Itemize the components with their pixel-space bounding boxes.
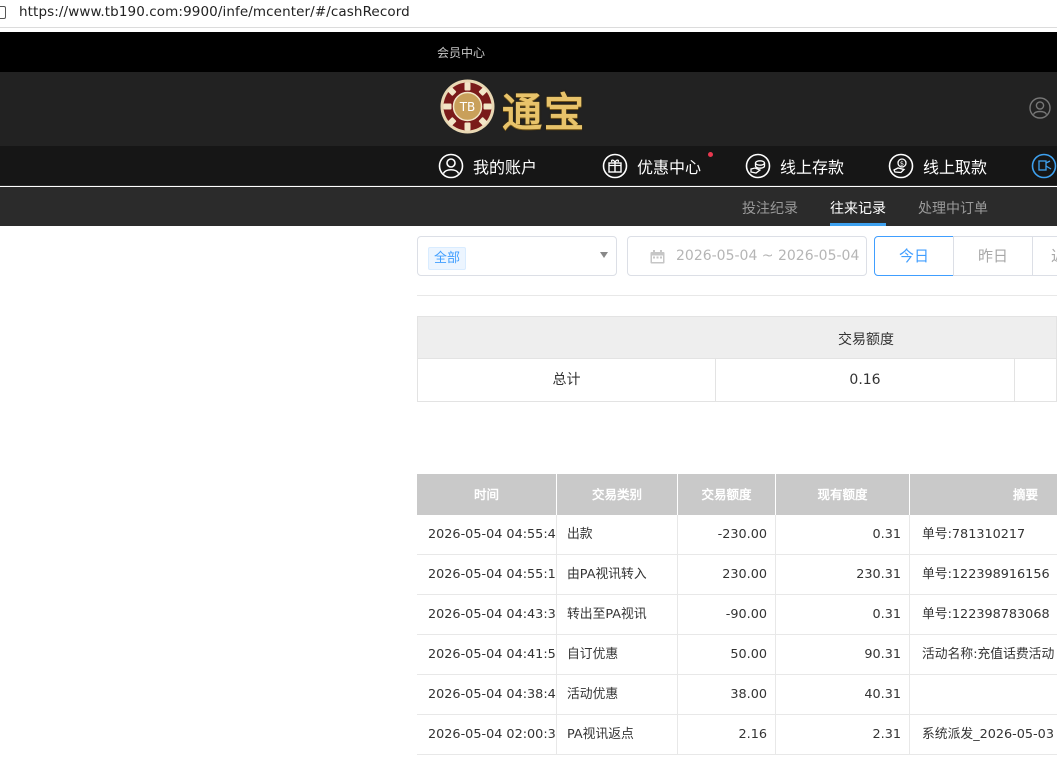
- nav-online-deposit[interactable]: 线上存款: [745, 152, 844, 180]
- cell-note: [910, 675, 1057, 715]
- caret-down-icon: [600, 252, 608, 258]
- sub-nav: [0, 187, 1057, 226]
- table-header: 时间 交易类别 交易额度 现有额度 摘要: [417, 474, 1057, 515]
- nav-label: 线上存款: [780, 158, 845, 177]
- partial-nav-icon[interactable]: [1031, 152, 1057, 180]
- cell-balance: 230.31: [776, 555, 910, 595]
- cell-note: 系统派发_2026-05-03: [922, 727, 1054, 742]
- active-tab-underline: [830, 223, 886, 226]
- brand-logo-text: 通宝: [502, 89, 586, 136]
- date-range-text: 2026-05-04 ~ 2026-05-04: [676, 248, 860, 264]
- summary-extra-cell: [1015, 359, 1057, 401]
- col-amount: 交易额度: [678, 474, 776, 515]
- date-range-picker[interactable]: 2026-05-04 ~ 2026-05-04: [627, 236, 867, 276]
- nav-label: 我的账户: [473, 158, 538, 177]
- cell-amount: 38.00: [678, 675, 776, 715]
- summary-total-label: 总计: [418, 359, 716, 401]
- cell-balance: 0.31: [776, 515, 910, 555]
- summary-row: 总计 0.16: [417, 359, 1057, 402]
- today-button[interactable]: 今日: [874, 236, 954, 276]
- svg-text:$: $: [900, 160, 904, 168]
- nav-my-account[interactable]: 我的账户: [438, 152, 537, 180]
- cell-type: 自订优惠: [557, 635, 678, 675]
- user-circle-icon: [438, 153, 464, 179]
- calendar-icon: [650, 250, 665, 264]
- subnav-pending-orders[interactable]: 处理中订单: [918, 198, 988, 218]
- cell-type: 由PA视讯转入: [557, 555, 678, 595]
- nav-label: 线上取款: [923, 158, 988, 177]
- table-row: 2026-05-04 04:55:17 由PA视讯转入 230.00 230.3…: [417, 555, 1057, 595]
- cell-amount: 2.16: [678, 715, 776, 755]
- cell-time: 2026-05-04 04:43:31: [417, 595, 557, 635]
- nav-label: 优惠中心: [637, 158, 702, 177]
- col-note: 摘要: [1012, 487, 1038, 502]
- cell-amount: 50.00: [678, 635, 776, 675]
- yesterday-button[interactable]: 昨日: [953, 236, 1033, 276]
- deposit-coins-icon: [745, 153, 771, 179]
- table-row: 2026-05-04 04:41:51 自订优惠 50.00 90.31 活动名…: [417, 635, 1057, 675]
- col-balance: 现有额度: [776, 474, 910, 515]
- col-type: 交易类别: [557, 474, 678, 515]
- member-center-title: 会员中心: [437, 46, 486, 60]
- cell-note: 单号:122398783068: [922, 607, 1050, 622]
- cell-type: 转出至PA视讯: [557, 595, 678, 635]
- url-text[interactable]: https://www.tb190.com:9900/infe/mcenter/…: [19, 4, 410, 20]
- recent-button[interactable]: 近: [1032, 236, 1057, 276]
- browser-address-bar[interactable]: https://www.tb190.com:9900/infe/mcenter/…: [0, 0, 1057, 28]
- cell-type: PA视讯返点: [557, 715, 678, 755]
- cell-type: 出款: [557, 515, 678, 555]
- summary-header-label: 交易额度: [838, 332, 894, 348]
- table-row: 2026-05-04 04:38:47 活动优惠 38.00 40.31: [417, 675, 1057, 715]
- notification-dot: [708, 152, 713, 157]
- nav-promotions[interactable]: 优惠中心: [602, 152, 701, 180]
- summary-total-value: 0.16: [716, 359, 1015, 401]
- type-select[interactable]: 全部: [417, 236, 617, 276]
- user-account-icon[interactable]: [1029, 97, 1051, 119]
- cell-amount: -90.00: [678, 595, 776, 635]
- cell-time: 2026-05-04 02:00:35: [417, 715, 557, 755]
- summary-header: 交易额度: [417, 316, 1057, 359]
- type-tag: 全部: [428, 247, 467, 270]
- nav-online-withdraw[interactable]: $ 线上取款: [888, 152, 987, 180]
- gift-icon: [602, 153, 628, 179]
- cell-note: 活动名称:充值话费活动: [922, 647, 1055, 662]
- subnav-bet-records[interactable]: 投注纪录: [742, 198, 798, 218]
- cell-balance: 40.31: [776, 675, 910, 715]
- cell-note: 单号:781310217: [922, 527, 1026, 542]
- cell-time: 2026-05-04 04:55:49: [417, 515, 557, 555]
- cell-balance: 2.31: [776, 715, 910, 755]
- chip-text: TB: [459, 100, 476, 114]
- withdraw-hand-icon: $: [888, 153, 914, 179]
- cell-amount: -230.00: [678, 515, 776, 555]
- cell-balance: 90.31: [776, 635, 910, 675]
- table-row: 2026-05-04 02:00:35 PA视讯返点 2.16 2.31 系统派…: [417, 715, 1057, 755]
- cell-time: 2026-05-04 04:41:51: [417, 635, 557, 675]
- logo-chip-icon: TB: [440, 79, 495, 134]
- cell-type: 活动优惠: [557, 675, 678, 715]
- table-row: 2026-05-04 04:55:49 出款 -230.00 0.31 单号:7…: [417, 515, 1057, 555]
- divider: [417, 295, 1057, 296]
- cell-time: 2026-05-04 04:55:17: [417, 555, 557, 595]
- table-row: 2026-05-04 04:43:31 转出至PA视讯 -90.00 0.31 …: [417, 595, 1057, 635]
- page-icon: [0, 6, 6, 19]
- col-time: 时间: [417, 474, 557, 515]
- subnav-transaction-records[interactable]: 往来记录: [830, 198, 886, 218]
- transaction-table: 时间 交易类别 交易额度 现有额度 摘要 2026-05-04 04:55:49…: [417, 474, 1057, 755]
- cell-note: 单号:122398916156: [922, 567, 1050, 582]
- cell-time: 2026-05-04 04:38:47: [417, 675, 557, 715]
- top-strip: 会员中心: [0, 32, 1057, 72]
- cell-amount: 230.00: [678, 555, 776, 595]
- cell-balance: 0.31: [776, 595, 910, 635]
